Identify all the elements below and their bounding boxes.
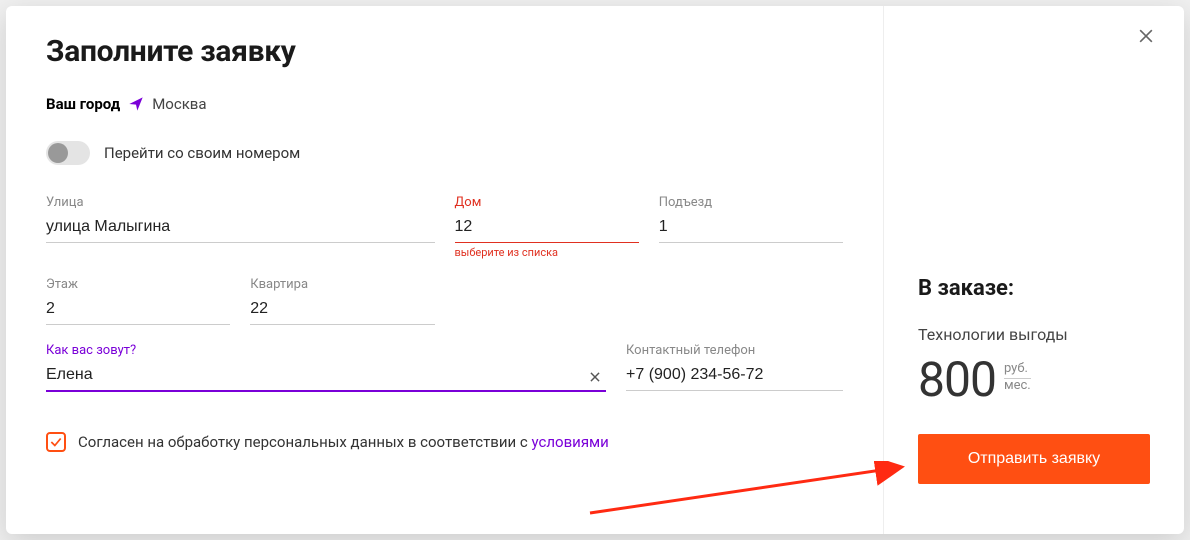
street-label: Улица [46, 195, 435, 210]
submit-button[interactable]: Отправить заявку [918, 434, 1150, 484]
price-currency: руб. [1004, 362, 1031, 379]
spacer [455, 277, 844, 325]
apartment-field: Квартира [250, 277, 434, 325]
order-summary: В заказе: Технологии выгоды 800 руб. мес… [884, 6, 1184, 534]
price-period: мес. [1004, 379, 1031, 394]
plan-name: Технологии выгоды [918, 325, 1150, 344]
city-row: Ваш город Москва [46, 95, 843, 113]
toggle-knob [48, 143, 68, 163]
apartment-label: Квартира [250, 277, 434, 292]
address-fields: Улица Дом выберите из списка Подъезд Эта… [46, 195, 843, 325]
order-form-modal: Заполните заявку Ваш город Москва Перейт… [6, 6, 1184, 534]
phone-label: Контактный телефон [626, 343, 843, 358]
keep-number-toggle[interactable] [46, 141, 90, 165]
city-label: Ваш город [46, 95, 120, 113]
floor-field: Этаж [46, 277, 230, 325]
house-helper: выберите из списка [455, 246, 639, 259]
keep-number-label: Перейти со своим номером [104, 144, 300, 162]
consent-link[interactable]: условиями [532, 433, 609, 451]
floor-input[interactable] [46, 296, 230, 325]
form-main: Заполните заявку Ваш город Москва Перейт… [6, 6, 884, 534]
close-button[interactable] [1132, 22, 1160, 50]
phone-input[interactable] [626, 362, 843, 391]
consent-text: Согласен на обработку персональных данны… [78, 433, 609, 451]
city-name[interactable]: Москва [152, 95, 206, 113]
house-input[interactable] [455, 214, 639, 243]
entrance-field: Подъезд [659, 195, 843, 259]
price-value: 800 [918, 356, 996, 404]
contact-row: Как вас зовут? Контактный телефон [46, 343, 843, 392]
name-input[interactable] [46, 362, 606, 392]
street-input[interactable] [46, 214, 435, 243]
form-title: Заполните заявку [46, 34, 843, 69]
price-unit: руб. мес. [1004, 362, 1031, 394]
house-field: Дом выберите из списка [455, 195, 639, 259]
entrance-label: Подъезд [659, 195, 843, 210]
location-arrow-icon [128, 96, 144, 112]
entrance-input[interactable] [659, 214, 843, 243]
name-label: Как вас зовут? [46, 343, 606, 358]
apartment-input[interactable] [250, 296, 434, 325]
floor-label: Этаж [46, 277, 230, 292]
order-heading: В заказе: [918, 276, 1150, 301]
keep-number-toggle-row: Перейти со своим номером [46, 141, 843, 165]
consent-text-part: Согласен на обработку персональных данны… [78, 433, 532, 451]
name-field: Как вас зовут? [46, 343, 606, 392]
price-row: 800 руб. мес. [918, 356, 1150, 404]
house-label: Дом [455, 195, 639, 210]
phone-field: Контактный телефон [626, 343, 843, 392]
consent-checkbox[interactable] [46, 432, 66, 452]
clear-name-icon[interactable] [586, 368, 604, 386]
street-field: Улица [46, 195, 435, 259]
consent-row: Согласен на обработку персональных данны… [46, 432, 843, 452]
